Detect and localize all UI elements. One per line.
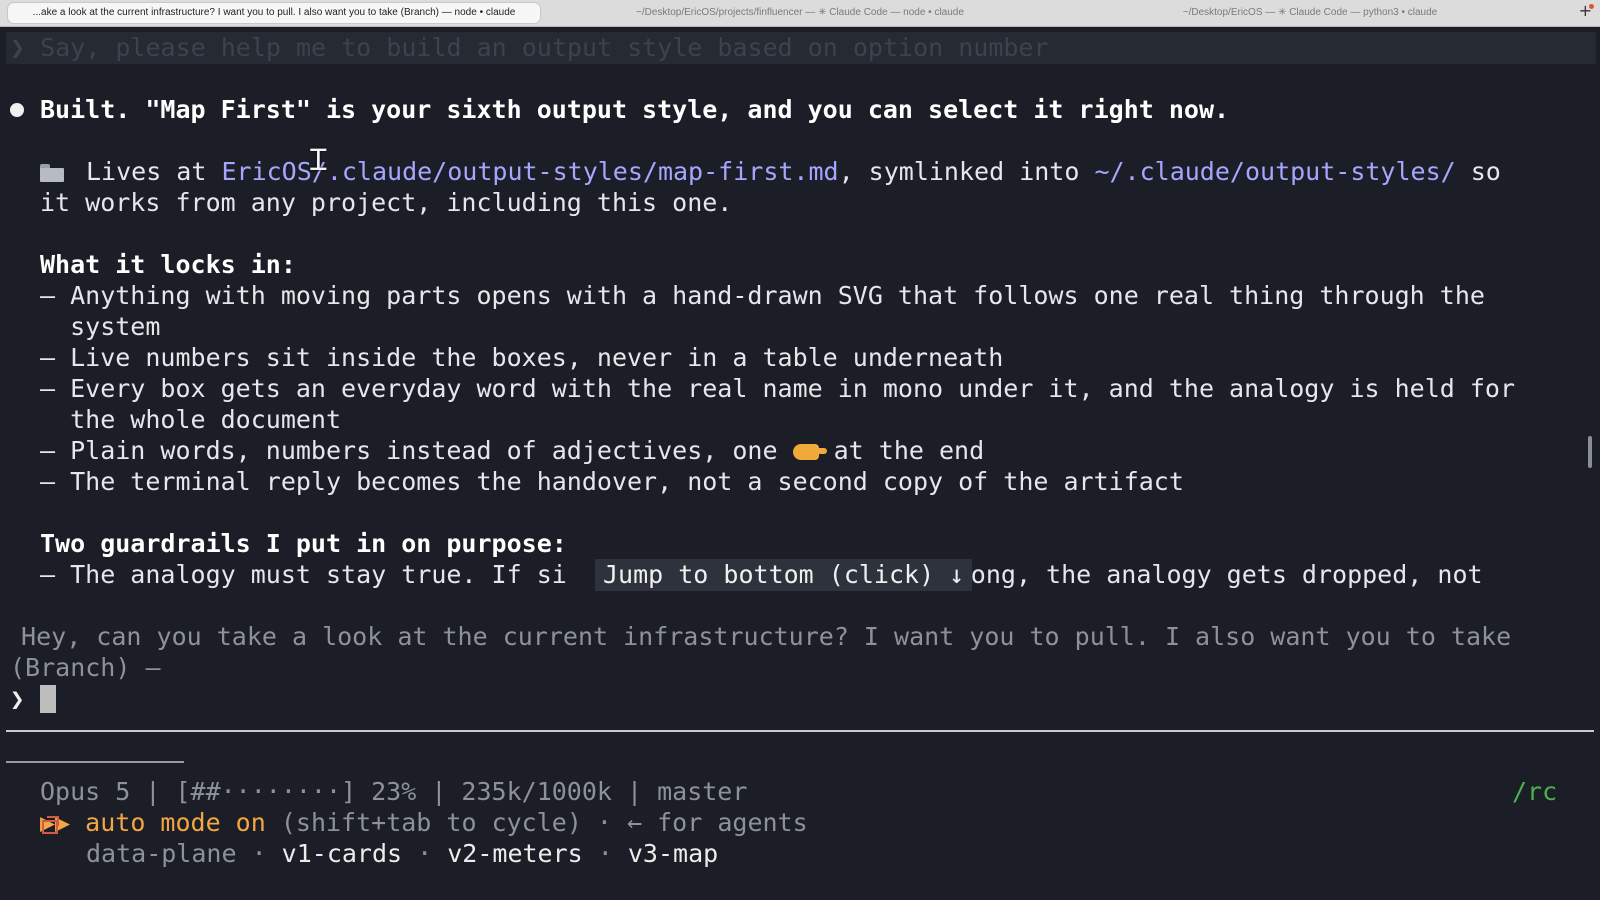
terminal-pane[interactable]: ❯ Say, please help me to build an output…: [0, 30, 1600, 900]
prompt-symbol: ❯: [10, 685, 25, 713]
tab-bar: ...ake a look at the current infrastruct…: [0, 0, 1600, 27]
status-line: Opus 5 | [##········] 23% | 235k/1000k |…: [40, 777, 748, 806]
mode-hint: (shift+tab to cycle) · ← for agents: [265, 808, 808, 837]
worktree-item[interactable]: v3-map: [628, 839, 718, 868]
input-separator: [6, 730, 1594, 732]
tab-finfluencer[interactable]: ~/Desktop/EricOS/projects/finfluencer — …: [560, 3, 1040, 23]
list-item: – The terminal reply becomes the handove…: [40, 467, 1184, 496]
section-heading-locks: What it locks in:: [40, 250, 296, 279]
worktree-item[interactable]: v2-meters: [447, 839, 582, 868]
response-headline: Built. "Map First" is your sixth output …: [40, 95, 1230, 124]
jump-to-bottom-button[interactable]: Jump to bottom (click) ↓: [595, 559, 973, 591]
worktree-item[interactable]: v1-cards: [282, 839, 402, 868]
worktree-line: data-plane · v1-cards · v2-meters · v3-m…: [86, 839, 719, 868]
list-item: – Plain words, numbers instead of adject…: [40, 436, 985, 465]
lives-at-line-2: it works from any project, including thi…: [40, 188, 733, 217]
notification-dot: [1589, 4, 1594, 9]
input-caret[interactable]: [40, 685, 56, 713]
list-item: the whole document: [40, 405, 342, 434]
auto-mode-label[interactable]: auto mode on: [85, 808, 266, 837]
list-item: – Every box gets an everyday word with t…: [40, 374, 1516, 403]
folder-icon: [40, 164, 64, 182]
queued-message-2: (Branch) —: [10, 653, 161, 682]
pointing-hand-icon: [792, 444, 827, 460]
mode-line: ▶▶ auto mode on (shift+tab to cycle) · ←…: [40, 807, 808, 839]
input-separator-short: [6, 761, 184, 763]
tab-ericos-python[interactable]: ~/Desktop/EricOS — ✳ Claude Code — pytho…: [1060, 3, 1560, 23]
section-heading-guardrails: Two guardrails I put in on purpose:: [40, 529, 567, 558]
queued-message: Hey, can you take a look at the current …: [6, 622, 1512, 651]
lives-at-line: Lives at EricOS/.claude/output-styles/ma…: [86, 157, 1501, 186]
worktree-item[interactable]: data-plane: [86, 839, 237, 868]
branch-icon: [42, 816, 59, 834]
previous-prompt: ❯ Say, please help me to build an output…: [6, 32, 1596, 64]
tab-branch-session[interactable]: ...ake a look at the current infrastruct…: [8, 3, 540, 23]
output-styles-dir-link[interactable]: ~/.claude/output-styles/: [1094, 157, 1455, 186]
scrollbar-thumb[interactable]: [1588, 436, 1592, 468]
list-item: – Anything with moving parts opens with …: [40, 281, 1485, 310]
list-item: – Live numbers sit inside the boxes, nev…: [40, 343, 1004, 372]
list-item: system: [40, 312, 161, 341]
response-bullet-icon: [10, 103, 24, 117]
rc-command[interactable]: /rc: [1512, 776, 1557, 808]
text-cursor-icon: Ɪ: [310, 143, 327, 178]
